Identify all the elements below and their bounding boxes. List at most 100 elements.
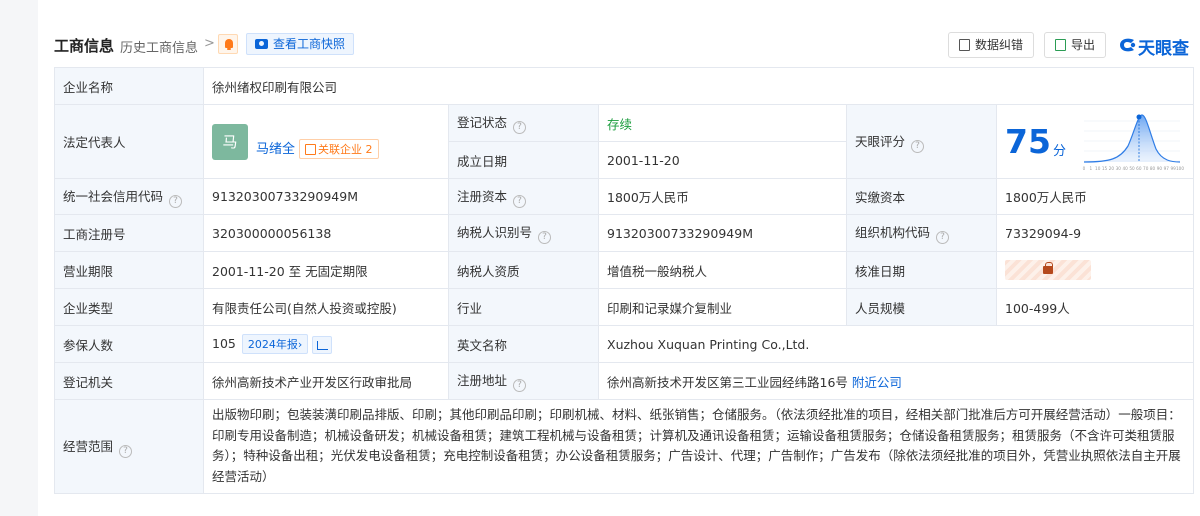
reg-status-label: 登记状态 — [457, 115, 508, 130]
legal-rep-cell: 马马绪全 关联企业 2 — [203, 104, 449, 179]
reg-number-label: 工商注册号 — [54, 214, 204, 252]
company-name-label: 企业名称 — [54, 67, 204, 105]
score-axis-tick: 20 — [1109, 166, 1115, 171]
table-row: 经营范围? 出版物印刷；包装装潢印刷品排版、印刷；其他印刷品印刷；印刷机械、材料… — [54, 399, 1195, 494]
approval-date-label: 核准日期 — [846, 251, 997, 289]
paid-capital-value: 1800万人民币 — [995, 178, 1195, 215]
business-scope-label: 经营范围 — [63, 438, 114, 454]
taxpayer-id-value: 91320300733290949M — [598, 214, 847, 252]
score-axis-tick: 90 — [1157, 166, 1163, 171]
edit-doc-icon — [959, 39, 970, 51]
reg-status-label-cell: 登记状态? — [448, 104, 599, 142]
related-company-label: 关联企业 — [318, 143, 363, 156]
taxpayer-id-label-cell: 纳税人识别号? — [448, 214, 599, 252]
help-circle-icon[interactable]: ? — [513, 121, 527, 134]
insured-count-value: 105 — [212, 336, 236, 351]
annual-report-label: 2024年报 — [247, 338, 298, 351]
table-row: 统一社会信用代码? 91320300733290949M 注册资本? 1800万… — [54, 178, 1195, 215]
trend-chart-icon[interactable] — [312, 335, 333, 354]
score-distribution-chart: 0 1 10 15 20 30 40 50 60 70 80 90 97 99 100 — [1083, 113, 1184, 171]
reg-capital-label: 注册资本 — [457, 188, 508, 204]
reg-address-label: 注册地址 — [457, 373, 508, 388]
avatar[interactable]: 马 — [212, 123, 248, 160]
section-title: 工商信息 — [54, 37, 115, 55]
reg-address-cell: 徐州高新技术开发区第三工业园经纬路16号 附近公司 — [597, 362, 1195, 400]
reg-capital-label-cell: 注册资本? — [448, 178, 599, 215]
score-value: 75 — [1005, 122, 1051, 161]
org-code-value: 73329094-9 — [995, 214, 1195, 252]
help-circle-icon[interactable]: ? — [936, 231, 950, 244]
reg-status-value: 存续 — [598, 104, 847, 142]
snapshot-label: 查看工商快照 — [273, 37, 346, 51]
snapshot-button[interactable]: 查看工商快照 — [246, 33, 355, 55]
data-correction-label: 数据纠错 — [975, 38, 1024, 52]
nearby-companies-link[interactable]: 附近公司 — [852, 375, 902, 390]
credit-code-label: 统一社会信用代码 — [63, 188, 164, 204]
lock-icon[interactable] — [1005, 260, 1091, 280]
approval-date-cell — [995, 251, 1195, 289]
founded-label: 成立日期 — [448, 141, 599, 179]
company-type-label: 企业类型 — [54, 288, 204, 326]
table-row: 工商注册号 320300000056138 纳税人识别号? 9132030073… — [54, 214, 1195, 252]
score-axis-tick: 70 — [1143, 166, 1149, 171]
related-company-count: 2 — [365, 143, 373, 156]
business-term-value: 2001-11-20 至 无固定期限 — [203, 251, 449, 289]
reg-authority-value: 徐州高新技术产业开发区行政审批局 — [203, 362, 449, 400]
help-circle-icon[interactable]: ? — [513, 194, 527, 208]
legal-rep-label: 法定代表人 — [54, 104, 204, 179]
related-company-button[interactable]: 关联企业 2 — [299, 139, 379, 159]
reg-authority-label: 登记机关 — [54, 362, 204, 400]
export-label: 导出 — [1071, 38, 1096, 52]
reg-address-value: 徐州高新技术开发区第三工业园经纬路16号 — [607, 374, 848, 390]
industry-label: 行业 — [448, 288, 599, 326]
reg-address-label-cell: 注册地址? — [448, 362, 599, 400]
excel-icon — [1055, 39, 1066, 51]
help-circle-icon[interactable]: ? — [119, 444, 133, 458]
history-info-link[interactable]: 历史工商信息 — [120, 37, 198, 56]
help-circle-icon[interactable]: ? — [513, 379, 527, 392]
score-axis-tick: 0 — [1083, 166, 1086, 171]
chevron-right-icon[interactable]: > — [204, 36, 215, 51]
help-circle-icon[interactable]: ? — [169, 194, 183, 208]
score-axis-tick: 50 — [1129, 166, 1135, 171]
business-info-card: 工商信息 历史工商信息 > 查看工商快照 数据纠错 导出 天眼查 企业名称 徐州… — [38, 0, 1200, 516]
score-axis-tick: 10 — [1095, 166, 1101, 171]
score-axis-tick: 15 — [1102, 166, 1108, 171]
help-circle-icon[interactable]: ? — [538, 231, 552, 244]
score-label-cell: 天眼评分? — [846, 104, 997, 179]
company-type-value: 有限责任公司(自然人投资或控股) — [203, 288, 449, 326]
org-code-label-cell: 组织机构代码? — [846, 214, 997, 252]
camera-icon — [255, 39, 268, 49]
reg-number-value: 320300000056138 — [203, 214, 449, 252]
founded-value: 2001-11-20 — [598, 141, 847, 179]
score-axis-tick: 40 — [1122, 166, 1128, 171]
table-row: 营业期限 2001-11-20 至 无固定期限 纳税人资质 增值税一般纳税人 核… — [54, 251, 1195, 289]
credit-code-label-cell: 统一社会信用代码? — [54, 178, 204, 215]
score-axis-tick: 97 — [1164, 166, 1170, 171]
legal-rep-name-link[interactable]: 马绪全 — [256, 138, 295, 157]
taxpayer-id-label: 纳税人识别号 — [457, 225, 533, 240]
score-axis-tick: 80 — [1150, 166, 1156, 171]
english-name-label: 英文名称 — [448, 325, 599, 363]
staff-size-label: 人员规模 — [846, 288, 997, 326]
section-header: 工商信息 历史工商信息 > 查看工商快照 数据纠错 导出 天眼查 — [54, 30, 1189, 60]
data-correction-button[interactable]: 数据纠错 — [948, 32, 1035, 58]
insured-count-cell: 105 2024年报› — [203, 325, 449, 363]
industry-value: 印刷和记录媒介复制业 — [598, 288, 847, 326]
org-code-label: 组织机构代码 — [855, 225, 931, 240]
business-info-table: 企业名称 徐州绪权印刷有限公司 法定代表人 马马绪全 关联企业 2 登记状态? 存… — [54, 67, 1195, 494]
company-name-value: 徐州绪权印刷有限公司 — [202, 67, 1195, 105]
bell-icon[interactable] — [218, 34, 238, 54]
annual-report-dropdown[interactable]: 2024年报› — [241, 334, 309, 354]
score-cell[interactable]: 75 分 0 1 10 15 20 30 40 50 60 70 80 90 9… — [995, 104, 1195, 179]
help-circle-icon[interactable]: ? — [911, 139, 925, 153]
export-button[interactable]: 导出 — [1044, 32, 1107, 58]
business-scope-value: 出版物印刷；包装装潢印刷品排版、印刷；其他印刷品印刷；印刷机械、材料、纸张销售；… — [202, 399, 1195, 494]
table-row: 企业类型 有限责任公司(自然人投资或控股) 行业 印刷和记录媒介复制业 人员规模… — [54, 288, 1195, 326]
english-name-value: Xuzhou Xuquan Printing Co.,Ltd. — [597, 325, 1195, 363]
brand-name: 天眼查 — [1138, 39, 1189, 59]
taxpayer-qualification-value: 增值税一般纳税人 — [598, 251, 847, 289]
score-unit: 分 — [1052, 144, 1066, 159]
taxpayer-qualification-label: 纳税人资质 — [448, 251, 599, 289]
reg-capital-value: 1800万人民币 — [598, 178, 847, 215]
